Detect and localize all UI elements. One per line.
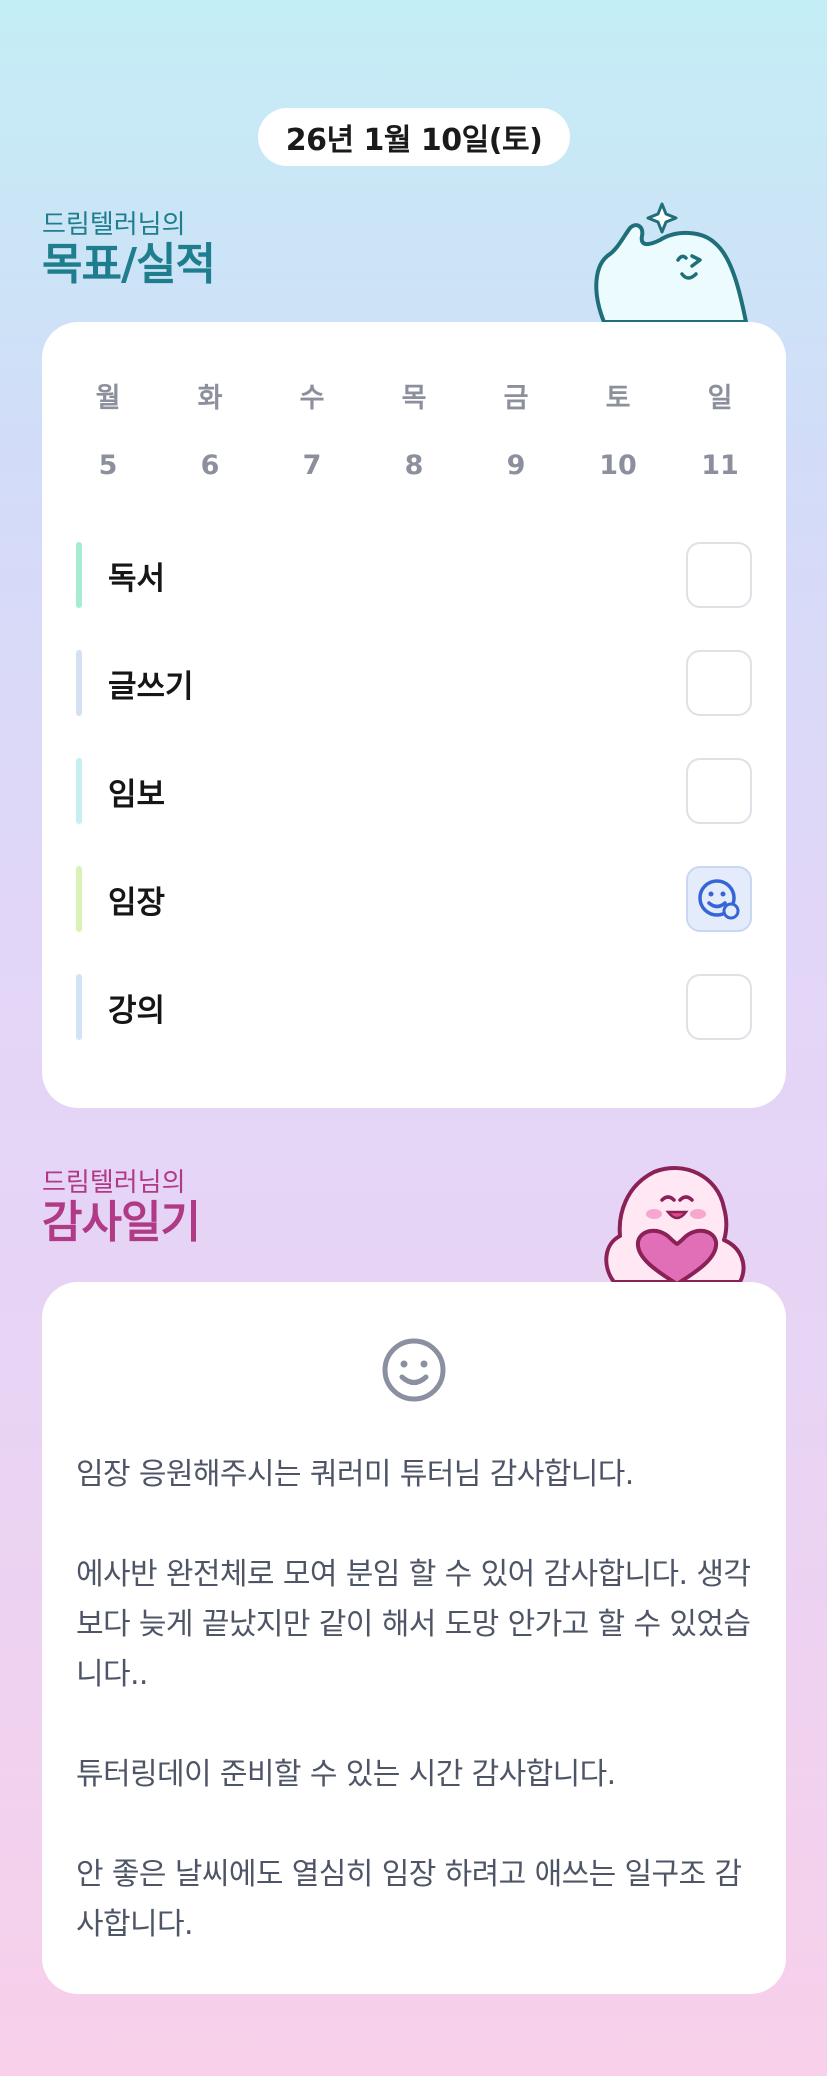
goal-label: 임보 [108,776,166,813]
goal-checkbox[interactable] [686,866,752,932]
goals-card: 월 화 수 목 금 토 일 5 6 7 8 9 10 11 독서 글쓰기 임보 … [42,322,786,1108]
goal-row-reading: 독서 [76,542,752,608]
goal-color-bar [76,974,82,1040]
goal-color-bar [76,542,82,608]
goal-row-writing: 글쓰기 [76,650,752,716]
daynum-row: 5 6 7 8 9 10 11 [42,450,786,481]
goal-label: 독서 [108,560,166,597]
date-label: 26년 1월 10일(토) [285,123,543,158]
thanks-entry: 튜터링데이 준비할 수 있는 시간 감사합니다. [76,1757,616,1792]
goal-checkbox[interactable] [686,758,752,824]
weekday-tue[interactable]: 화 [170,376,250,415]
goal-checkbox[interactable] [686,974,752,1040]
goals-owner: 드림텔러님의 [42,210,186,240]
daynum-fri[interactable]: 9 [476,450,556,481]
goal-label: 강의 [108,992,166,1029]
weekday-mon[interactable]: 월 [68,376,148,415]
goal-checkbox[interactable] [686,650,752,716]
thanks-header: 드림텔러님의 감사일기 [42,1168,201,1248]
weekday-row: 월 화 수 목 금 토 일 [42,376,786,415]
daynum-wed[interactable]: 7 [272,450,352,481]
goal-color-bar [76,866,82,932]
thanks-title: 감사일기 [42,1197,201,1248]
goals-title: 목표/실적 [42,239,216,290]
goal-color-bar [76,650,82,716]
goal-row-imjang: 임장 [76,866,752,932]
weekday-fri[interactable]: 금 [476,376,556,415]
daynum-sat[interactable]: 10 [578,450,658,481]
daynum-tue[interactable]: 6 [170,450,250,481]
goal-label: 글쓰기 [108,668,194,705]
weekday-thu[interactable]: 목 [374,376,454,415]
weekday-wed[interactable]: 수 [272,376,352,415]
daynum-sun[interactable]: 11 [680,450,760,481]
goals-header: 드림텔러님의 목표/실적 [42,210,216,290]
weekday-sat[interactable]: 토 [578,376,658,415]
goal-row-imbo: 임보 [76,758,752,824]
goal-color-bar [76,758,82,824]
heart-mascot-icon [604,1166,746,1286]
thanks-entry: 에사반 완전체로 모여 분임 할 수 있어 감사합니다. 생각보다 늦게 끝났지… [76,1557,751,1692]
thanks-card: 임장 응원해주시는 쿼러미 튜터님 감사합니다. 에사반 완전체로 모여 분임 … [42,1282,786,1994]
thanks-entries: 임장 응원해주시는 쿼러미 튜터님 감사합니다. 에사반 완전체로 모여 분임 … [76,1450,766,1950]
daynum-mon[interactable]: 5 [68,450,148,481]
smile-face-icon[interactable] [380,1336,448,1404]
date-pill[interactable]: 26년 1월 10일(토) [258,108,570,166]
thanks-entry: 임장 응원해주시는 쿼러미 튜터님 감사합니다. [76,1457,634,1492]
goal-row-lecture: 강의 [76,974,752,1040]
smile-sticker-icon [698,879,740,920]
weekday-sun[interactable]: 일 [680,376,760,415]
goal-checkbox[interactable] [686,542,752,608]
goal-label: 임장 [108,884,166,921]
ghost-mascot-icon [594,202,748,324]
thanks-entry: 안 좋은 날씨에도 열심히 임장 하려고 애쓰는 일구조 감사합니다. [76,1857,742,1942]
thanks-owner: 드림텔러님의 [42,1168,186,1198]
daynum-thu[interactable]: 8 [374,450,454,481]
